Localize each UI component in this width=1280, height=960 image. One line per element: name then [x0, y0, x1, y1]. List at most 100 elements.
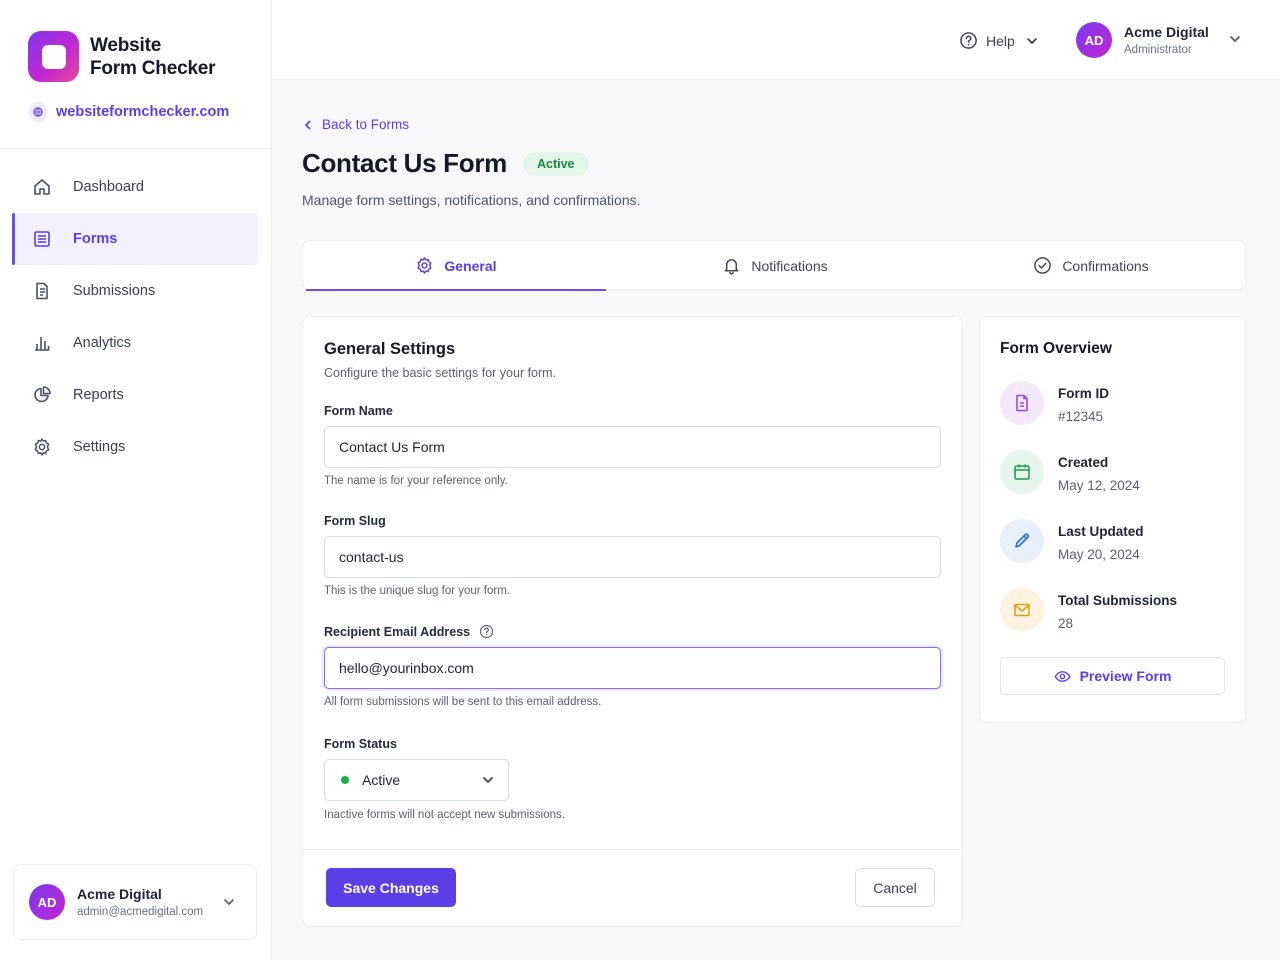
- sidebar-item-label: Submissions: [73, 283, 156, 299]
- overview-label: Form ID: [1058, 386, 1110, 401]
- overview-form-id: Form ID #12345: [1000, 381, 1109, 425]
- home-icon: [31, 176, 53, 198]
- form-icon: [31, 228, 53, 250]
- sidebar-item-analytics[interactable]: Analytics: [12, 317, 258, 369]
- account-menu[interactable]: AD Acme Digital Administrator: [1076, 22, 1240, 58]
- tab-confirmations[interactable]: Confirmations: [941, 241, 1241, 290]
- page-subtitle: Manage form settings, notifications, and…: [302, 192, 641, 208]
- user-card[interactable]: AD Acme Digital admin@acmedigital.com: [13, 864, 257, 940]
- help-label: Help: [986, 32, 1015, 49]
- pencil-icon: [1000, 519, 1044, 563]
- sidebar-item-label: Dashboard: [73, 179, 144, 195]
- general-settings-card: General Settings Configure the basic set…: [302, 316, 963, 927]
- form-status-value: Active: [362, 772, 401, 788]
- chevron-down-icon[interactable]: [222, 895, 236, 909]
- calendar-icon: [1000, 450, 1044, 494]
- globe-icon: [28, 102, 48, 122]
- domain-text: websiteformchecker.com: [56, 104, 230, 120]
- sidebar-nav: Dashboard Forms Submissions Analytics Re…: [12, 161, 258, 473]
- overview-value: May 12, 2024: [1058, 478, 1140, 493]
- overview-value: #12345: [1058, 409, 1104, 424]
- domain-link[interactable]: websiteformchecker.com: [28, 102, 229, 122]
- preview-label: Preview Form: [1079, 668, 1172, 684]
- sidebar-item-label: Analytics: [73, 335, 132, 351]
- back-label: Back to Forms: [322, 117, 410, 132]
- sidebar-item-dashboard[interactable]: Dashboard: [12, 161, 258, 213]
- overview-label: Created: [1058, 455, 1109, 470]
- page-title: Contact Us Form: [302, 148, 507, 178]
- back-to-forms-link[interactable]: Back to Forms: [302, 117, 409, 132]
- app-logo-icon: [28, 31, 79, 82]
- account-name: Acme Digital: [1124, 24, 1209, 40]
- form-name-input[interactable]: [324, 426, 941, 468]
- tab-general[interactable]: General: [306, 241, 606, 291]
- bar-chart-icon: [31, 332, 53, 354]
- bell-icon: [722, 256, 741, 275]
- sidebar-item-label: Settings: [73, 439, 126, 455]
- pie-chart-icon: [31, 384, 53, 406]
- overview-title: Form Overview: [1000, 340, 1112, 357]
- form-slug-hint: This is the unique slug for your form.: [324, 585, 510, 597]
- check-circle-icon: [1033, 256, 1052, 275]
- section-title: General Settings: [324, 340, 456, 358]
- tab-notifications[interactable]: Notifications: [625, 241, 925, 290]
- avatar: AD: [1076, 22, 1112, 58]
- overview-value: May 20, 2024: [1058, 547, 1140, 562]
- help-menu[interactable]: Help: [959, 31, 1039, 50]
- sidebar: Website Form Checker websiteformchecker.…: [0, 0, 272, 960]
- form-slug-input[interactable]: [324, 536, 941, 578]
- overview-label: Last Updated: [1058, 524, 1144, 539]
- overview-created: Created May 12, 2024: [1000, 450, 1140, 494]
- chevron-left-icon: [302, 119, 314, 131]
- gear-icon: [31, 436, 53, 458]
- chevron-down-icon: [1025, 34, 1039, 48]
- top-header: Help AD Acme Digital Administrator: [272, 0, 1280, 80]
- save-changes-button[interactable]: Save Changes: [326, 868, 456, 907]
- user-email: admin@acmedigital.com: [77, 906, 204, 918]
- recipient-email-input[interactable]: [324, 647, 941, 689]
- mail-icon: [1000, 588, 1044, 632]
- form-status-label: Form Status: [324, 737, 397, 751]
- sidebar-item-label: Forms: [73, 231, 118, 247]
- overview-value: 28: [1058, 616, 1074, 631]
- overview-total-submissions: Total Submissions 28: [1000, 588, 1177, 632]
- form-status-hint: Inactive forms will not accept new submi…: [324, 809, 565, 821]
- sidebar-item-label: Reports: [73, 387, 124, 403]
- app-name: Website Form Checker: [90, 34, 216, 80]
- status-badge: Active: [522, 151, 589, 176]
- sidebar-item-settings[interactable]: Settings: [12, 421, 258, 473]
- cancel-button[interactable]: Cancel: [855, 868, 935, 907]
- preview-form-button[interactable]: Preview Form: [1000, 657, 1225, 695]
- chevron-down-icon: [481, 773, 495, 787]
- section-subtitle: Configure the basic settings for your fo…: [324, 366, 557, 380]
- overview-label: Total Submissions: [1058, 593, 1178, 608]
- overview-last-updated: Last Updated May 20, 2024: [1000, 519, 1144, 563]
- recipient-email-hint: All form submissions will be sent to thi…: [324, 696, 602, 708]
- document-icon: [31, 280, 53, 302]
- card-divider: [303, 849, 962, 850]
- sidebar-item-forms[interactable]: Forms: [12, 213, 258, 265]
- recipient-email-label-row: Recipient Email Address: [324, 624, 494, 639]
- form-name-hint: The name is for your reference only.: [324, 475, 508, 487]
- settings-tabs: General Notifications Confirmations: [302, 240, 1246, 291]
- gear-icon: [415, 256, 434, 275]
- sidebar-divider: [0, 148, 271, 149]
- sidebar-item-submissions[interactable]: Submissions: [12, 265, 258, 317]
- eye-icon: [1054, 668, 1071, 685]
- recipient-email-label: Recipient Email Address: [324, 624, 471, 639]
- form-slug-label: Form Slug: [324, 514, 386, 528]
- form-status-select[interactable]: Active: [324, 759, 509, 801]
- tab-label: Notifications: [751, 257, 828, 274]
- user-name: Acme Digital: [77, 886, 162, 902]
- form-overview-card: Form Overview Form ID #12345 Created May…: [979, 316, 1246, 723]
- form-name-label: Form Name: [324, 404, 393, 418]
- brand[interactable]: Website Form Checker: [28, 31, 216, 82]
- file-icon: [1000, 381, 1044, 425]
- chevron-down-icon[interactable]: [1228, 32, 1242, 46]
- app-name-line2: Form Checker: [90, 57, 216, 79]
- account-role: Administrator: [1124, 44, 1192, 56]
- help-circle-icon[interactable]: [479, 624, 494, 639]
- status-dot: [341, 776, 349, 784]
- sidebar-item-reports[interactable]: Reports: [12, 369, 258, 421]
- avatar: AD: [29, 884, 65, 920]
